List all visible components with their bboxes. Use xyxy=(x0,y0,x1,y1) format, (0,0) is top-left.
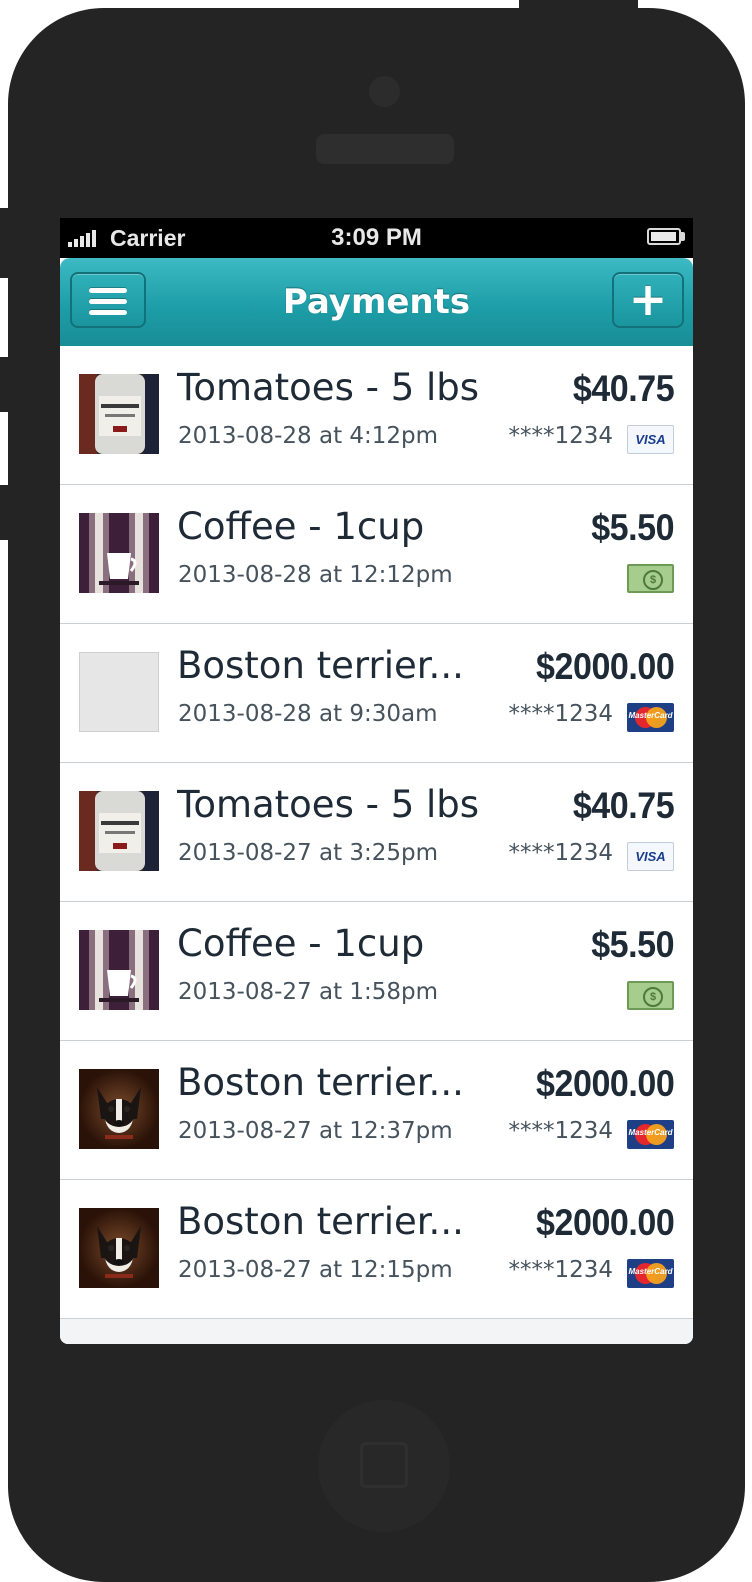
payment-date: 2013-08-27 at 12:15pm xyxy=(178,1257,453,1283)
payment-row[interactable]: Tomatoes - 5 lbs 2013-08-27 at 3:25pm $4… xyxy=(60,763,693,902)
payment-title: Boston terrier... xyxy=(177,1061,464,1104)
status-bar: Carrier 3:09 PM xyxy=(60,218,693,258)
cash-icon: $ xyxy=(627,981,674,1010)
coffee-cup-photo xyxy=(79,930,159,1010)
payment-date: 2013-08-27 at 12:37pm xyxy=(178,1118,453,1144)
payment-row[interactable]: Coffee - 1cup 2013-08-27 at 1:58pm $5.50… xyxy=(60,902,693,1041)
payment-row[interactable]: Tomatoes - 5 lbs 2013-08-28 at 4:12pm $4… xyxy=(60,346,693,485)
payment-date: 2013-08-28 at 4:12pm xyxy=(178,423,439,449)
home-square-icon xyxy=(360,1442,408,1488)
dollar-sign: $ xyxy=(643,570,663,590)
payment-amount: $40.75 xyxy=(572,368,675,409)
payment-title: Tomatoes - 5 lbs xyxy=(177,366,480,409)
payment-date: 2013-08-27 at 1:58pm xyxy=(178,979,439,1005)
battery-icon xyxy=(647,228,681,245)
front-camera xyxy=(369,76,400,107)
plus-icon: + xyxy=(628,272,668,326)
power-button xyxy=(519,0,638,10)
visa-label: VISA xyxy=(635,849,666,864)
mute-switch xyxy=(0,208,10,278)
card-number: ****1234 xyxy=(508,1118,613,1144)
list-footer xyxy=(60,1319,693,1344)
payments-list: Tomatoes - 5 lbs 2013-08-28 at 4:12pm $4… xyxy=(60,346,693,1319)
blank-placeholder xyxy=(79,652,159,732)
payment-row[interactable]: Coffee - 1cup 2013-08-28 at 12:12pm $5.5… xyxy=(60,485,693,624)
status-time: 3:09 PM xyxy=(331,224,422,251)
mastercard-icon: MasterCard xyxy=(627,1120,674,1149)
screen: Carrier 3:09 PM Payments + Tomatoes - 5 … xyxy=(60,218,693,1344)
visa-card-icon: VISA xyxy=(627,425,674,454)
payment-amount: $40.75 xyxy=(572,785,675,826)
navigation-bar: Payments + xyxy=(60,258,693,348)
payment-row[interactable]: Boston terrier... 2013-08-28 at 9:30am $… xyxy=(60,624,693,763)
battery-tip xyxy=(681,232,685,241)
add-payment-button[interactable]: + xyxy=(612,272,684,328)
payment-title: Tomatoes - 5 lbs xyxy=(177,783,480,826)
mastercard-label: MasterCard xyxy=(628,1267,673,1276)
visa-card-icon: VISA xyxy=(627,842,674,871)
whisky-bottle-photo xyxy=(79,374,159,454)
payment-date: 2013-08-28 at 12:12pm xyxy=(178,562,453,588)
earpiece-speaker xyxy=(316,134,454,164)
whisky-bottle-photo xyxy=(79,791,159,871)
coffee-cup-photo xyxy=(79,513,159,593)
payment-title: Coffee - 1cup xyxy=(177,505,425,548)
payment-title: Coffee - 1cup xyxy=(177,922,425,965)
mastercard-label: MasterCard xyxy=(628,1128,673,1137)
volume-down-button xyxy=(0,485,10,540)
payment-title: Boston terrier... xyxy=(177,1200,464,1243)
volume-up-button xyxy=(0,357,10,412)
payment-amount: $2000.00 xyxy=(535,646,675,687)
hamburger-menu-icon xyxy=(89,288,127,321)
payment-amount: $5.50 xyxy=(591,924,674,965)
dog-photo xyxy=(79,1069,159,1149)
payment-date: 2013-08-28 at 9:30am xyxy=(178,701,438,727)
dog-photo xyxy=(79,1208,159,1288)
card-number: ****1234 xyxy=(508,423,613,449)
visa-label: VISA xyxy=(635,432,666,447)
payment-date: 2013-08-27 at 3:25pm xyxy=(178,840,439,866)
mastercard-label: MasterCard xyxy=(628,711,673,720)
home-button[interactable] xyxy=(318,1400,450,1532)
payment-amount: $2000.00 xyxy=(535,1202,675,1243)
dollar-sign: $ xyxy=(643,987,663,1007)
cash-icon: $ xyxy=(627,564,674,593)
menu-button[interactable] xyxy=(70,272,146,328)
card-number: ****1234 xyxy=(508,701,613,727)
card-number: ****1234 xyxy=(508,1257,613,1283)
payment-row[interactable]: Boston terrier... 2013-08-27 at 12:15pm … xyxy=(60,1180,693,1319)
payment-amount: $5.50 xyxy=(591,507,674,548)
payment-title: Boston terrier... xyxy=(177,644,464,687)
card-number: ****1234 xyxy=(508,840,613,866)
payment-row[interactable]: Boston terrier... 2013-08-27 at 12:37pm … xyxy=(60,1041,693,1180)
payment-amount: $2000.00 xyxy=(535,1063,675,1104)
mastercard-icon: MasterCard xyxy=(627,1259,674,1288)
page-title: Payments xyxy=(282,282,471,322)
mastercard-icon: MasterCard xyxy=(627,703,674,732)
